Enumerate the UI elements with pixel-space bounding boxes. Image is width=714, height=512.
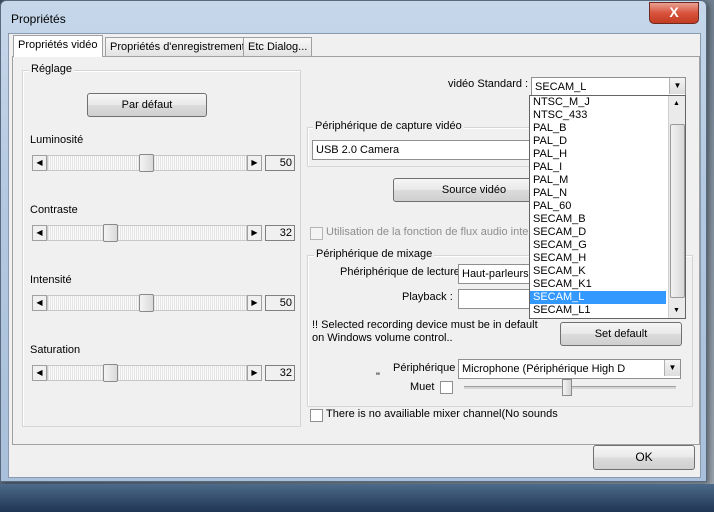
list-item[interactable]: SECAM_K1 xyxy=(530,278,666,291)
slider-left-arrow-icon[interactable]: ◀ xyxy=(32,155,47,171)
set-default-button[interactable]: Set default xyxy=(560,322,682,346)
video-standard-list[interactable]: NTSC_M_J NTSC_433 PAL_B PAL_D PAL_H PAL_I PAL_… xyxy=(529,95,686,319)
scroll-down-icon[interactable]: ▼ xyxy=(670,304,683,317)
playback-label: Playback : xyxy=(402,291,453,303)
audio-stream-checkbox[interactable] xyxy=(310,227,323,240)
volume-thumb[interactable] xyxy=(562,379,572,396)
list-item[interactable]: SECAM_D xyxy=(530,226,666,239)
capture-device-select[interactable]: USB 2.0 Camera xyxy=(312,140,531,160)
slider-right-arrow-icon[interactable]: ▶ xyxy=(247,155,262,171)
slider-label: Contraste xyxy=(30,204,78,216)
slider-thumb[interactable] xyxy=(103,364,118,382)
slider-thumb[interactable] xyxy=(103,224,118,242)
slider-value: 50 xyxy=(265,155,295,171)
video-standard-select[interactable]: SECAM_L ▼ xyxy=(531,77,686,97)
list-item[interactable]: PAL_B xyxy=(530,122,666,135)
list-item[interactable]: SECAM_L xyxy=(530,291,666,304)
slider-left-arrow-icon[interactable]: ◀ xyxy=(32,225,47,241)
list-item[interactable]: SECAM_B xyxy=(530,213,666,226)
playback-device-label: Phériphérique de lecture: xyxy=(340,266,463,278)
scroll-thumb[interactable] xyxy=(670,124,685,298)
slider-right-arrow-icon[interactable]: ▶ xyxy=(247,225,262,241)
list-item[interactable]: PAL_60 xyxy=(530,200,666,213)
slider-left-arrow-icon[interactable]: ◀ xyxy=(32,295,47,311)
slider-right-arrow-icon[interactable]: ▶ xyxy=(247,295,262,311)
slider-label: Saturation xyxy=(30,344,81,356)
chevron-down-icon[interactable]: ▼ xyxy=(669,78,685,94)
chevron-down-icon[interactable]: ▼ xyxy=(664,360,680,376)
list-item[interactable]: PAL_I xyxy=(530,161,666,174)
scroll-up-icon[interactable]: ▲ xyxy=(670,97,683,110)
slider-track[interactable] xyxy=(47,365,247,381)
tab-video-properties[interactable]: Propriétés vidéo xyxy=(13,35,103,57)
slider-left-arrow-icon[interactable]: ◀ xyxy=(32,365,47,381)
list-item[interactable]: PAL_N xyxy=(530,187,666,200)
ok-button[interactable]: OK xyxy=(593,445,695,470)
slider-thumb[interactable] xyxy=(139,154,154,172)
mixage-group-title: Périphérique de mixage xyxy=(314,248,435,260)
list-item[interactable]: SECAM_H xyxy=(530,252,666,265)
close-button[interactable]: X xyxy=(649,2,699,24)
video-standard-label: vidéo Standard : xyxy=(448,78,529,90)
capture-group-title: Périphérique de capture vidéo xyxy=(313,120,464,132)
list-item[interactable]: NTSC_M_J xyxy=(530,96,666,109)
microphone-select[interactable]: Microphone (Périphérique High D ▼ xyxy=(458,359,681,379)
slider-track[interactable] xyxy=(47,225,247,241)
slider-right-arrow-icon[interactable]: ▶ xyxy=(247,365,262,381)
recording-warning: !! Selected recording device must be in … xyxy=(312,319,538,344)
list-item[interactable]: SECAM_K xyxy=(530,265,666,278)
playback-device-select[interactable]: Haut-parleurs (P xyxy=(458,264,533,284)
list-item[interactable]: PAL_H xyxy=(530,148,666,161)
list-scrollbar[interactable]: ▲ ▼ xyxy=(668,96,685,318)
window-title: Propriétés xyxy=(11,12,66,26)
no-mixer-checkbox[interactable] xyxy=(310,409,323,422)
slider-value: 50 xyxy=(265,295,295,311)
slider-thumb[interactable] xyxy=(139,294,154,312)
microphone-value: Microphone (Périphérique High D xyxy=(462,363,626,375)
playback-select[interactable] xyxy=(458,289,533,309)
reglage-title: Réglage xyxy=(29,63,74,75)
slider-label: Luminosité xyxy=(30,134,84,146)
list-item[interactable]: PAL_D xyxy=(530,135,666,148)
peripherique-label: Périphérique xyxy=(393,362,456,374)
slider-value: 32 xyxy=(265,225,295,241)
tab-etc-dialog[interactable]: Etc Dialog... xyxy=(243,37,313,56)
default-button[interactable]: Par défaut xyxy=(87,93,207,117)
mute-label: Muet xyxy=(410,381,435,393)
mute-checkbox[interactable] xyxy=(440,381,453,394)
list-item[interactable]: NTSC_433 xyxy=(530,109,666,122)
quote-mark: " xyxy=(376,371,380,383)
slider-value: 32 xyxy=(265,365,295,381)
taskbar xyxy=(0,484,714,512)
list-item[interactable]: SECAM_G xyxy=(530,239,666,252)
video-standard-value: SECAM_L xyxy=(535,81,587,93)
list-item[interactable]: PAL_M xyxy=(530,174,666,187)
list-item[interactable]: SECAM_L1 xyxy=(530,304,666,317)
tab-recording-properties[interactable]: Propriétés d'enregistrement xyxy=(105,37,250,56)
no-mixer-label: There is no availiable mixer channel(No … xyxy=(326,408,558,420)
slider-label: Intensité xyxy=(30,274,72,286)
audio-stream-label: Utilisation de la fonction de flux audio… xyxy=(326,226,536,238)
